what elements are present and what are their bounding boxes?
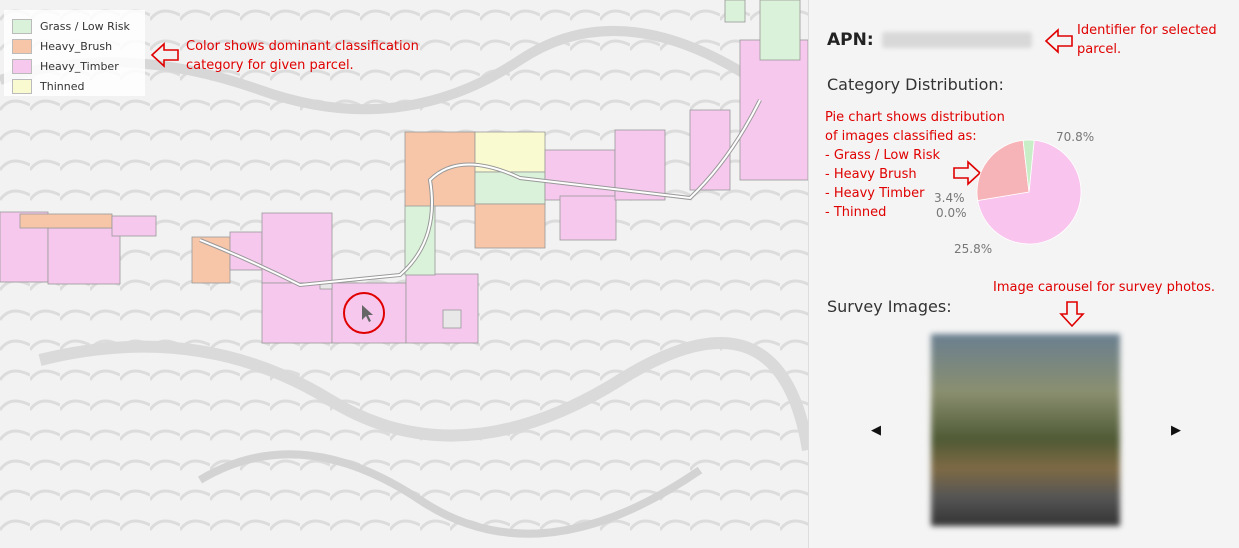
parcel[interactable] xyxy=(47,227,121,285)
survey-photo xyxy=(931,334,1120,526)
legend-item-brush: Heavy_Brush xyxy=(12,38,112,54)
category-distribution-title: Category Distribution: xyxy=(827,75,1004,94)
parcel[interactable] xyxy=(404,131,476,207)
legend-item-timber: Heavy_Timber xyxy=(12,58,119,74)
pie-label-brush: 25.8% xyxy=(954,242,993,256)
carousel-prev-button[interactable]: ◀ xyxy=(871,423,881,438)
pie-label-thinned: 0.0% xyxy=(936,206,967,220)
pie-slice xyxy=(976,139,1030,201)
details-panel: APN: Identifier for selected parcel. Cat… xyxy=(808,0,1239,548)
annotation-line: category for given parcel. xyxy=(186,58,354,73)
category-pie-chart xyxy=(976,139,1082,245)
map-legend: Grass / Low Risk Heavy_Brush Heavy_Timbe… xyxy=(4,10,145,96)
left-arrow-icon xyxy=(150,42,179,68)
parcel[interactable] xyxy=(19,213,113,229)
parcel[interactable] xyxy=(544,149,616,201)
annotation-line: Identifier for selected xyxy=(1077,23,1217,38)
pie-label-grass: 3.4% xyxy=(934,191,965,205)
legend-swatch xyxy=(12,58,32,74)
apn-row: APN: xyxy=(827,30,1032,50)
carousel-annotation: Image carousel for survey photos. xyxy=(993,280,1216,295)
pie-label-timber: 70.8% xyxy=(1056,130,1095,144)
parcel[interactable] xyxy=(759,0,801,61)
parcel[interactable] xyxy=(739,39,808,181)
survey-images-title: Survey Images: xyxy=(827,297,952,316)
annotation-line: parcel. xyxy=(1077,42,1122,57)
parcel[interactable] xyxy=(474,203,546,249)
legend-swatch xyxy=(12,78,32,94)
apn-value-redacted xyxy=(881,32,1032,48)
down-arrow-icon xyxy=(1059,301,1085,328)
apn-annotation: Identifier for selected parcel. xyxy=(1077,21,1217,59)
parcel[interactable] xyxy=(111,215,157,237)
legend-item-grass: Grass / Low Risk xyxy=(12,18,130,34)
annotation-line: Color shows dominant classification xyxy=(186,39,419,54)
left-arrow-icon xyxy=(1044,28,1073,54)
legend-swatch xyxy=(12,38,32,54)
annotation-line: Pie chart shows distribution xyxy=(825,110,1005,125)
carousel-next-button[interactable]: ▶ xyxy=(1171,423,1181,438)
legend-item-thinned: Thinned xyxy=(12,78,84,94)
parcel[interactable] xyxy=(474,171,546,205)
legend-annotation: Color shows dominant classification cate… xyxy=(186,37,419,75)
parcel[interactable] xyxy=(442,309,462,329)
parcel[interactable] xyxy=(724,0,746,23)
legend-label: Heavy_Brush xyxy=(40,39,113,53)
legend-label: Heavy_Timber xyxy=(40,59,119,73)
map-view[interactable]: Grass / Low Risk Heavy_Brush Heavy_Timbe… xyxy=(0,0,808,548)
parcel[interactable] xyxy=(559,195,617,241)
legend-swatch xyxy=(12,18,32,34)
parcel[interactable] xyxy=(405,273,479,344)
legend-label: Grass / Low Risk xyxy=(40,19,130,33)
apn-label: APN: xyxy=(827,30,874,50)
parcel[interactable] xyxy=(261,282,333,344)
legend-label: Thinned xyxy=(40,79,85,93)
